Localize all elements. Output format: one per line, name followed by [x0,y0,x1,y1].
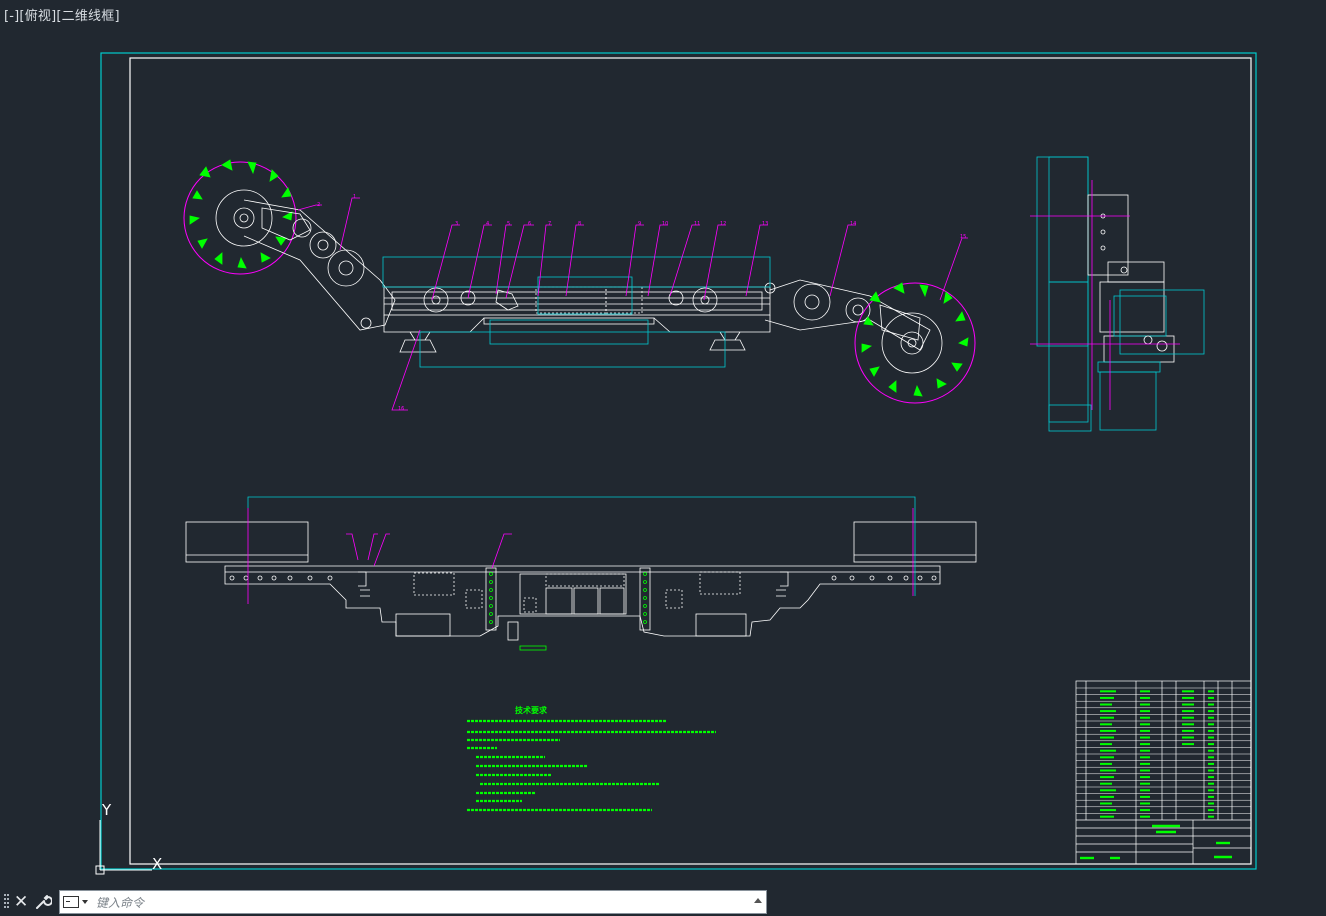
history-chevron-up-icon[interactable] [754,898,762,903]
svg-text:4: 4 [486,221,489,227]
svg-text:3: 3 [455,221,458,227]
ucs-x-label: X [152,855,162,873]
command-input-field[interactable] [59,890,767,914]
front-view-hidden-lines [382,256,771,368]
svg-text:7: 7 [548,221,551,227]
svg-text:12: 12 [720,221,726,227]
svg-text:5: 5 [507,221,510,227]
tech-requirements-title: 技术要求 [515,705,548,715]
command-prompt-icon[interactable] [63,896,79,908]
svg-text:6: 6 [528,221,531,227]
svg-text:16: 16 [398,406,404,412]
wrench-icon[interactable] [34,893,52,911]
command-line-bar: ✕ [0,888,1326,916]
side-view [1030,156,1205,432]
front-view [183,159,976,404]
svg-text:14: 14 [850,221,856,227]
svg-text:2: 2 [317,202,320,208]
svg-text:10: 10 [662,221,668,227]
ucs-y-label: Y [101,801,112,819]
close-icon[interactable]: ✕ [14,892,28,912]
drawing-canvas[interactable]: 123 4 5678 9 10 11 12 13 141516 技术要求 Y X [0,0,1326,888]
command-input[interactable] [94,893,748,913]
ucs-icon [95,820,152,875]
svg-text:13: 13 [762,221,768,227]
chevron-down-icon[interactable] [82,900,88,904]
inner-frame [129,57,1252,865]
left-drum-teeth [189,159,293,269]
title-block [1075,680,1252,865]
drag-handle-icon[interactable] [4,894,10,910]
svg-text:15: 15 [960,234,966,240]
svg-text:1: 1 [353,194,356,200]
plan-view [185,521,977,651]
svg-text:8: 8 [578,221,581,227]
svg-text:9: 9 [638,221,641,227]
svg-text:11: 11 [694,221,700,227]
title-block-text [1080,824,1232,860]
technical-requirements: 技术要求 [467,705,716,812]
